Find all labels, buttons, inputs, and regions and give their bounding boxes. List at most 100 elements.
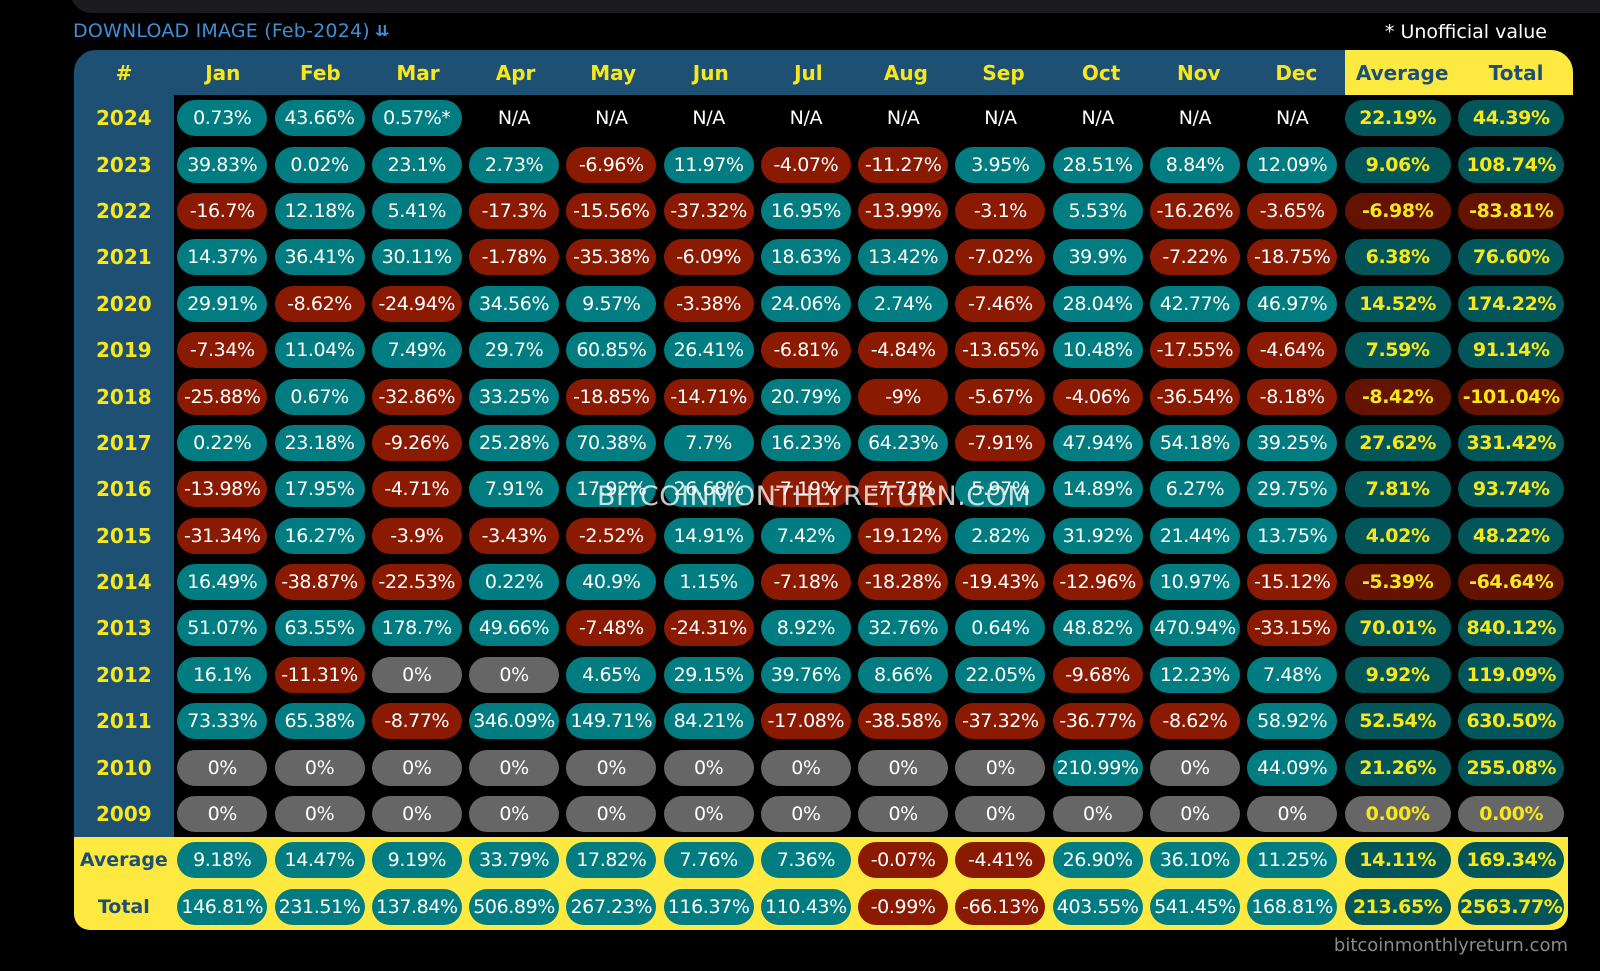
month-cell: 18.63% <box>757 234 854 280</box>
month-cell: 58.92% <box>1244 698 1341 744</box>
return-value: N/A <box>984 107 1017 130</box>
average-value: 27.62% <box>1344 424 1451 461</box>
return-value: 0% <box>1052 796 1143 833</box>
return-value: 14.37% <box>177 239 268 276</box>
return-value: 0% <box>955 749 1046 786</box>
return-value: 17.92% <box>566 471 657 508</box>
average-cell: 7.81% <box>1341 466 1455 512</box>
return-value: -4.07% <box>760 146 851 183</box>
return-value: 0% <box>371 656 462 693</box>
month-cell: 0% <box>1244 791 1341 837</box>
total-value: -64.64% <box>1458 564 1565 601</box>
month-cell: 33.79% <box>465 837 562 883</box>
month-cell: 39.9% <box>1049 234 1146 280</box>
month-cell: -5.67% <box>952 373 1049 419</box>
total-cell: 44.39% <box>1454 95 1568 141</box>
return-value: 0% <box>469 749 560 786</box>
return-value: -3.9% <box>371 517 462 554</box>
month-cell: -8.62% <box>271 281 368 327</box>
return-value: -18.75% <box>1247 239 1338 276</box>
month-cell: 39.83% <box>174 141 271 187</box>
return-value: 0.22% <box>177 424 268 461</box>
return-value: 29.15% <box>663 656 754 693</box>
month-cell: -35.38% <box>563 234 660 280</box>
return-value: 33.25% <box>469 378 560 415</box>
return-value: -36.77% <box>1052 703 1143 740</box>
month-cell: -8.62% <box>1146 698 1243 744</box>
return-value: 1.15% <box>663 564 754 601</box>
header-month-may: May <box>590 60 637 85</box>
return-value: 51.07% <box>177 610 268 647</box>
month-cell: 2.82% <box>952 513 1049 559</box>
return-value: -11.27% <box>858 146 949 183</box>
month-cell: 1.15% <box>660 559 757 605</box>
month-cell: N/A <box>660 95 757 141</box>
month-cell: 73.33% <box>174 698 271 744</box>
return-value: 0% <box>177 749 268 786</box>
month-cell: 11.25% <box>1244 837 1341 883</box>
return-value: 73.33% <box>177 703 268 740</box>
return-value: -13.65% <box>955 332 1046 369</box>
month-cell: 5.97% <box>952 466 1049 512</box>
month-cell: 14.37% <box>174 234 271 280</box>
return-value: -17.3% <box>469 192 560 229</box>
average-cell: 4.02% <box>1341 513 1455 559</box>
return-value: -7.19% <box>760 471 851 508</box>
header-month-jul: Jul <box>794 60 823 85</box>
month-cell: 146.81% <box>174 884 271 930</box>
return-value: 48.82% <box>1052 610 1143 647</box>
download-image-link[interactable]: DOWNLOAD IMAGE (Feb-2024) ⇊ <box>73 20 390 42</box>
month-cell: -8.77% <box>368 698 465 744</box>
return-value: -4.06% <box>1052 378 1143 415</box>
return-value: -0.07% <box>858 842 949 879</box>
month-cell: 7.48% <box>1244 652 1341 698</box>
return-value: 7.36% <box>760 842 851 879</box>
return-value: 168.81% <box>1247 888 1338 925</box>
month-cell: -38.58% <box>855 698 952 744</box>
average-cell: 6.38% <box>1341 234 1455 280</box>
footer-row: Average 9.18% 14.47% 9.19% 33.79% 17.82% 7.76%… <box>74 837 1568 883</box>
month-cell: -7.46% <box>952 281 1049 327</box>
table-row: 2015 -31.34% 16.27% -3.9% -3.43% -2.52% 14.91%… <box>74 512 1568 559</box>
header-average: Average <box>1355 60 1449 85</box>
return-value: -8.18% <box>1247 378 1338 415</box>
month-cell: 43.66% <box>271 95 368 141</box>
month-cell: 12.23% <box>1146 652 1243 698</box>
row-year: 2018 <box>74 373 174 420</box>
return-value: 5.53% <box>1052 192 1143 229</box>
table-row: 2012 16.1% -11.31% 0% 0% 4.65% 29.15% 39.76% 8.6… <box>74 651 1568 699</box>
average-value: 52.54% <box>1344 703 1451 740</box>
return-value: 0% <box>274 796 365 833</box>
return-value: -31.34% <box>177 517 268 554</box>
return-value: 10.48% <box>1052 332 1143 369</box>
return-value: 26.68% <box>663 471 754 508</box>
return-value: 116.37% <box>663 888 754 925</box>
month-cell: 0% <box>1146 791 1243 837</box>
return-value: -0.99% <box>858 888 949 925</box>
return-value: 84.21% <box>663 703 754 740</box>
return-value: 0.22% <box>469 564 560 601</box>
return-value: 13.75% <box>1247 517 1338 554</box>
month-cell: -12.96% <box>1049 559 1146 605</box>
table-header: # Jan Feb Mar Apr May Jun Jul Aug Sep Oct Nov Dec A… <box>74 50 1574 95</box>
return-value: 14.91% <box>663 517 754 554</box>
month-cell: -9.26% <box>368 420 465 466</box>
return-value: -6.09% <box>663 239 754 276</box>
month-cell: 3.95% <box>952 141 1049 187</box>
month-cell: -31.34% <box>174 513 271 559</box>
table-row: 2019 -7.34% 11.04% 7.49% 29.7% 60.85% 26.41% -6… <box>74 326 1568 374</box>
return-value: 541.45% <box>1149 888 1240 925</box>
month-cell: 0% <box>757 791 854 837</box>
monthly-returns-table: # Jan Feb Mar Apr May Jun Jul Aug Sep Oct Nov Dec A… <box>74 50 1574 931</box>
month-cell: 5.41% <box>368 188 465 234</box>
month-cell: 7.49% <box>368 327 465 373</box>
month-cell: -7.19% <box>757 466 854 512</box>
month-cell: 16.1% <box>174 652 271 698</box>
return-value: 8.92% <box>760 610 851 647</box>
total-cell: 108.74% <box>1454 141 1568 187</box>
month-cell: -7.02% <box>952 234 1049 280</box>
row-label: Total <box>97 895 150 918</box>
month-cell: 40.9% <box>563 559 660 605</box>
month-cell: 0% <box>855 744 952 790</box>
month-cell: 23.18% <box>271 420 368 466</box>
